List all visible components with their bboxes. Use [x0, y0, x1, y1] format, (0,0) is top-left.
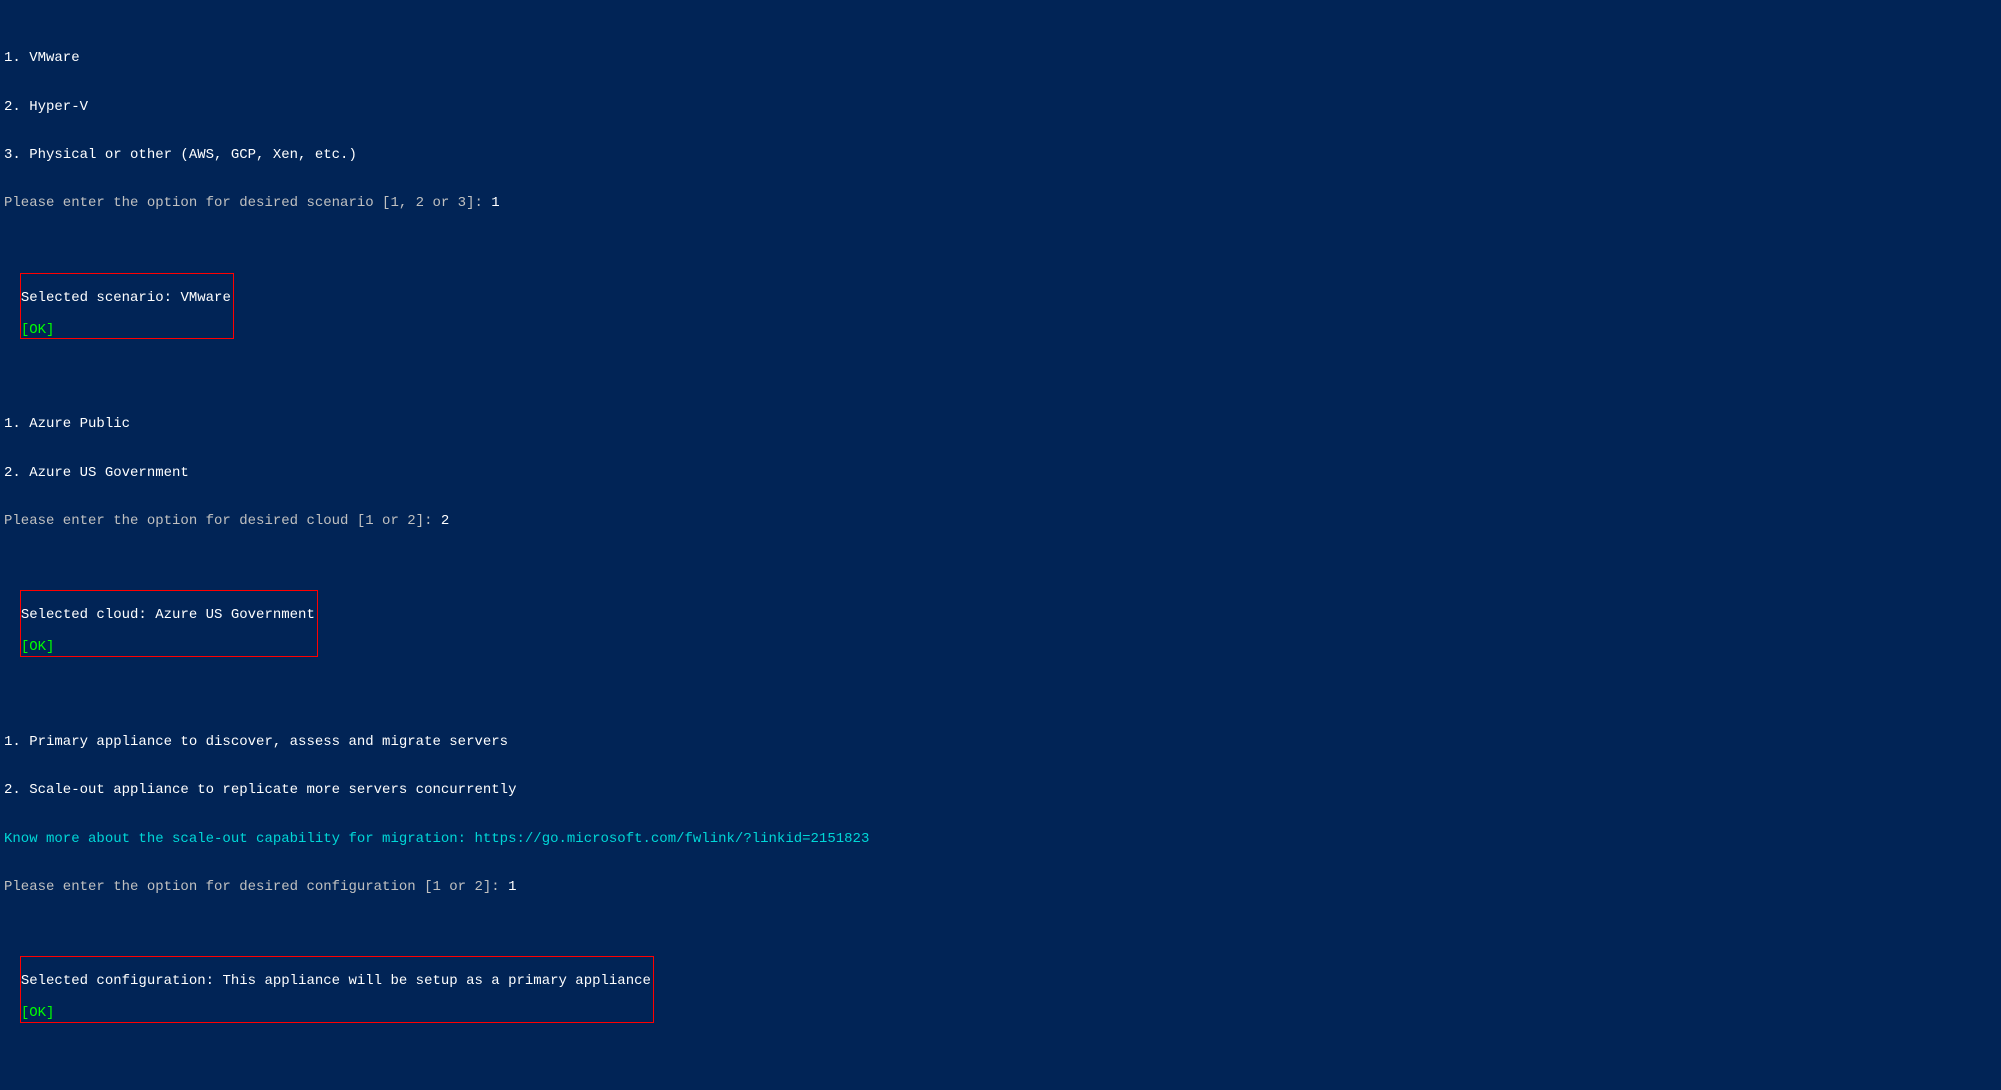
scenario-prompt: Please enter the option for desired scen…: [4, 195, 491, 211]
config-selected: Selected configuration: This appliance w…: [21, 973, 651, 989]
cloud-selected: Selected cloud: Azure US Government: [21, 607, 315, 623]
cloud-input: 2: [441, 513, 449, 529]
scenario-option-2: 2. Hyper-V: [4, 99, 1997, 115]
scenario-option-3: 3. Physical or other (AWS, GCP, Xen, etc…: [4, 147, 1997, 163]
cloud-prompt-line: Please enter the option for desired clou…: [4, 513, 1997, 529]
blank-line: [4, 927, 1997, 941]
config-ok: [OK]: [21, 1005, 651, 1021]
powershell-terminal[interactable]: 1. VMware 2. Hyper-V 3. Physical or othe…: [0, 0, 2001, 1090]
blank-line: [4, 672, 1997, 686]
blank-line: [4, 354, 1997, 368]
scenario-input: 1: [491, 195, 499, 211]
config-result-highlight: Selected configuration: This appliance w…: [21, 957, 653, 1021]
cloud-ok: [OK]: [21, 639, 315, 655]
cloud-option-1: 1. Azure Public: [4, 416, 1997, 432]
scenario-option-1: 1. VMware: [4, 50, 1997, 66]
blank-line: [4, 243, 1997, 257]
config-option-1: 1. Primary appliance to discover, assess…: [4, 734, 1997, 750]
scenario-prompt-line: Please enter the option for desired scen…: [4, 195, 1997, 211]
blank-line: [4, 561, 1997, 575]
config-option-2: 2. Scale-out appliance to replicate more…: [4, 782, 1997, 798]
scenario-ok: [OK]: [21, 322, 231, 338]
config-prompt-line: Please enter the option for desired conf…: [4, 879, 1997, 895]
blank-line: [4, 1038, 1997, 1052]
config-know-more: Know more about the scale-out capability…: [4, 831, 1997, 847]
cloud-option-2: 2. Azure US Government: [4, 465, 1997, 481]
config-prompt: Please enter the option for desired conf…: [4, 879, 508, 895]
scenario-result-highlight: Selected scenario: VMware [OK]: [21, 274, 233, 338]
scenario-selected: Selected scenario: VMware: [21, 290, 231, 306]
config-input: 1: [508, 879, 516, 895]
cloud-prompt: Please enter the option for desired clou…: [4, 513, 441, 529]
cloud-result-highlight: Selected cloud: Azure US Government [OK]: [21, 591, 317, 655]
